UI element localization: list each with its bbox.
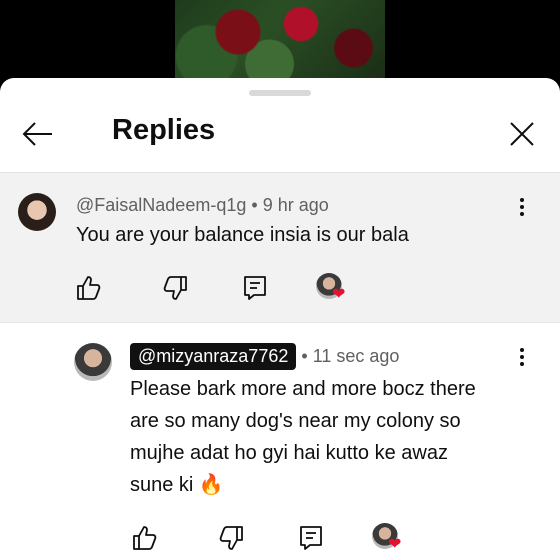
meta-separator: • — [301, 346, 308, 366]
comment-time: 9 hr ago — [262, 195, 329, 215]
page-title: Replies — [112, 114, 216, 146]
reply-comment: @mizyanraza7762 • 11 sec ago Please bark… — [0, 322, 560, 560]
more-options-icon[interactable] — [514, 195, 530, 223]
meta-separator: • — [251, 195, 258, 215]
replies-sheet: Replies @FaisalNadeem-q1g • 9 hr ago You… — [0, 78, 560, 560]
comment-author-handle[interactable]: @FaisalNadeem-q1g — [76, 195, 246, 215]
avatar[interactable] — [74, 343, 112, 381]
like-icon[interactable] — [74, 273, 104, 303]
heart-icon: ❤ — [388, 536, 402, 553]
comment-actions: ❤ — [0, 523, 560, 555]
reply-comment-icon[interactable] — [240, 273, 270, 303]
heart-icon: ❤ — [332, 286, 346, 303]
comment-text-line: sune ki 🔥 — [130, 474, 224, 496]
comment-meta: @mizyanraza7762 • 11 sec ago — [130, 343, 399, 370]
comment-time: 11 sec ago — [312, 346, 400, 366]
comment-text-line: mujhe adat ho gyi hai kutto ke awaz — [130, 442, 448, 464]
comment-text-line: are so many dog's near my colony so — [130, 410, 461, 432]
comment-meta: @FaisalNadeem-q1g • 9 hr ago — [76, 195, 329, 216]
comment-text-line: Please bark more and more bocz there — [130, 378, 476, 400]
video-thumbnail[interactable] — [175, 0, 385, 80]
replies-header: Replies — [0, 98, 560, 170]
like-icon[interactable] — [130, 523, 160, 553]
comment-text: Please bark more and more bocz there are… — [130, 373, 476, 501]
comment-text: You are your balance insia is our bala — [76, 224, 409, 246]
dislike-icon[interactable] — [160, 273, 190, 303]
comment-author-handle[interactable]: @mizyanraza7762 — [130, 343, 297, 370]
video-player-area — [0, 0, 560, 80]
close-icon[interactable] — [506, 118, 538, 150]
avatar[interactable] — [18, 193, 56, 231]
drag-handle[interactable] — [249, 90, 311, 96]
more-options-icon[interactable] — [514, 345, 530, 373]
dislike-icon[interactable] — [216, 523, 246, 553]
parent-comment: @FaisalNadeem-q1g • 9 hr ago You are you… — [0, 172, 560, 323]
back-arrow-icon[interactable] — [18, 118, 58, 150]
reply-comment-icon[interactable] — [296, 523, 326, 553]
comment-actions: ❤ — [0, 273, 560, 305]
